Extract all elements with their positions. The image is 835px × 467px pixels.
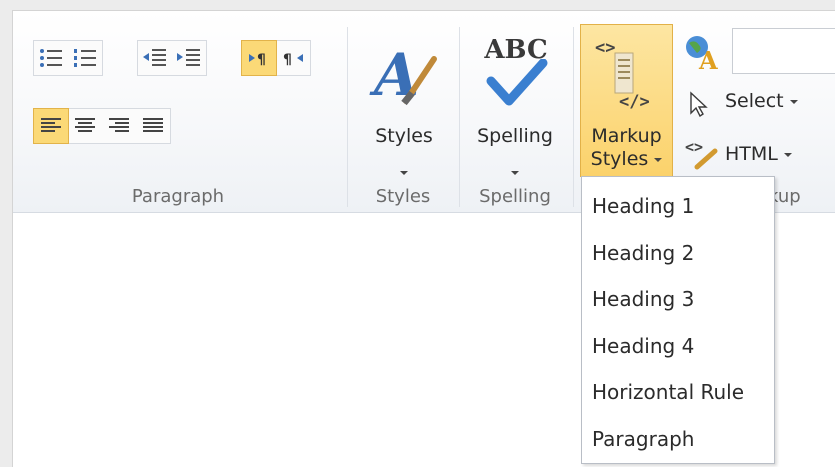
styles-button[interactable]: A Styles (358, 25, 450, 180)
increase-indent-icon (177, 49, 200, 66)
chevron-down-icon (400, 164, 408, 182)
styles-group-label: Styles (375, 186, 431, 207)
align-right-button[interactable] (102, 109, 136, 143)
numbered-list-button[interactable] (68, 41, 102, 75)
paragraph-group-label: Paragraph (131, 186, 225, 207)
list-buttons (33, 40, 103, 76)
justify-icon (143, 118, 163, 132)
markup-styles-icon: <> </> (595, 38, 650, 112)
svg-text:¶: ¶ (257, 52, 266, 68)
left-to-right-button[interactable]: ¶ (241, 40, 277, 76)
align-center-icon (75, 118, 95, 132)
select-button-label: Select (725, 90, 798, 112)
left-to-right-icon: ¶ (249, 52, 266, 68)
spelling-button[interactable]: ABC Spelling (465, 25, 565, 180)
group-separator (347, 27, 348, 207)
html-edit-icon: <> (685, 138, 718, 170)
menu-item-paragraph[interactable]: Paragraph (582, 416, 774, 462)
bullet-list-button[interactable] (34, 41, 68, 75)
html-button-label: HTML (725, 143, 792, 165)
align-left-icon (41, 118, 61, 132)
direction-buttons: ¶ ¶ (241, 40, 311, 76)
chevron-down-icon (654, 157, 663, 162)
increase-indent-button[interactable] (172, 41, 206, 75)
styles-button-label: Styles (375, 125, 433, 147)
markup-styles-label-line1: Markup (591, 125, 662, 147)
svg-text:¶: ¶ (283, 52, 292, 68)
svg-text:</>: </> (619, 92, 650, 112)
decrease-indent-button[interactable] (138, 41, 172, 75)
cursor-arrow-icon (690, 91, 708, 117)
markup-styles-menu: Heading 1 Heading 2 Heading 3 Heading 4 … (581, 176, 775, 464)
chevron-down-icon (511, 164, 519, 182)
checkmark-icon (486, 59, 548, 106)
language-icon[interactable]: A (683, 33, 723, 73)
svg-text:<>: <> (685, 138, 703, 156)
right-to-left-icon: ¶ (283, 52, 303, 68)
menu-item-heading-1[interactable]: Heading 1 (582, 183, 774, 229)
group-separator (573, 27, 574, 207)
justify-button[interactable] (136, 109, 170, 143)
spelling-group-label: Spelling (479, 186, 551, 207)
menu-item-heading-3[interactable]: Heading 3 (582, 276, 774, 322)
markup-styles-button[interactable]: <> </> Markup Styles (580, 24, 673, 177)
markup-group-label: kup (768, 186, 801, 207)
svg-text:A: A (698, 46, 718, 73)
menu-item-heading-4[interactable]: Heading 4 (582, 323, 774, 369)
styles-icon: A (369, 41, 437, 109)
spelling-button-label: Spelling (477, 125, 553, 147)
html-button[interactable]: <> HTML (685, 133, 815, 173)
right-to-left-button[interactable]: ¶ (276, 41, 310, 75)
align-left-button[interactable] (33, 108, 69, 144)
alignment-buttons (33, 108, 171, 144)
chevron-down-icon (789, 99, 798, 104)
decrease-indent-icon (143, 49, 166, 66)
select-button[interactable]: Select (687, 85, 817, 125)
numbered-list-icon (74, 49, 96, 67)
svg-text:<>: <> (595, 38, 615, 58)
markup-styles-label: Markup Styles (581, 125, 672, 171)
menu-item-horizontal-rule[interactable]: Horizontal Rule (582, 369, 774, 415)
markup-text-input[interactable] (732, 28, 835, 74)
markup-styles-label-line2: Styles (581, 148, 672, 171)
bullet-list-icon (40, 49, 62, 67)
menu-item-heading-2[interactable]: Heading 2 (582, 230, 774, 276)
chevron-down-icon (783, 152, 792, 157)
indent-buttons (137, 40, 207, 76)
align-right-icon (109, 118, 129, 132)
align-center-button[interactable] (68, 109, 102, 143)
group-separator (459, 27, 460, 207)
